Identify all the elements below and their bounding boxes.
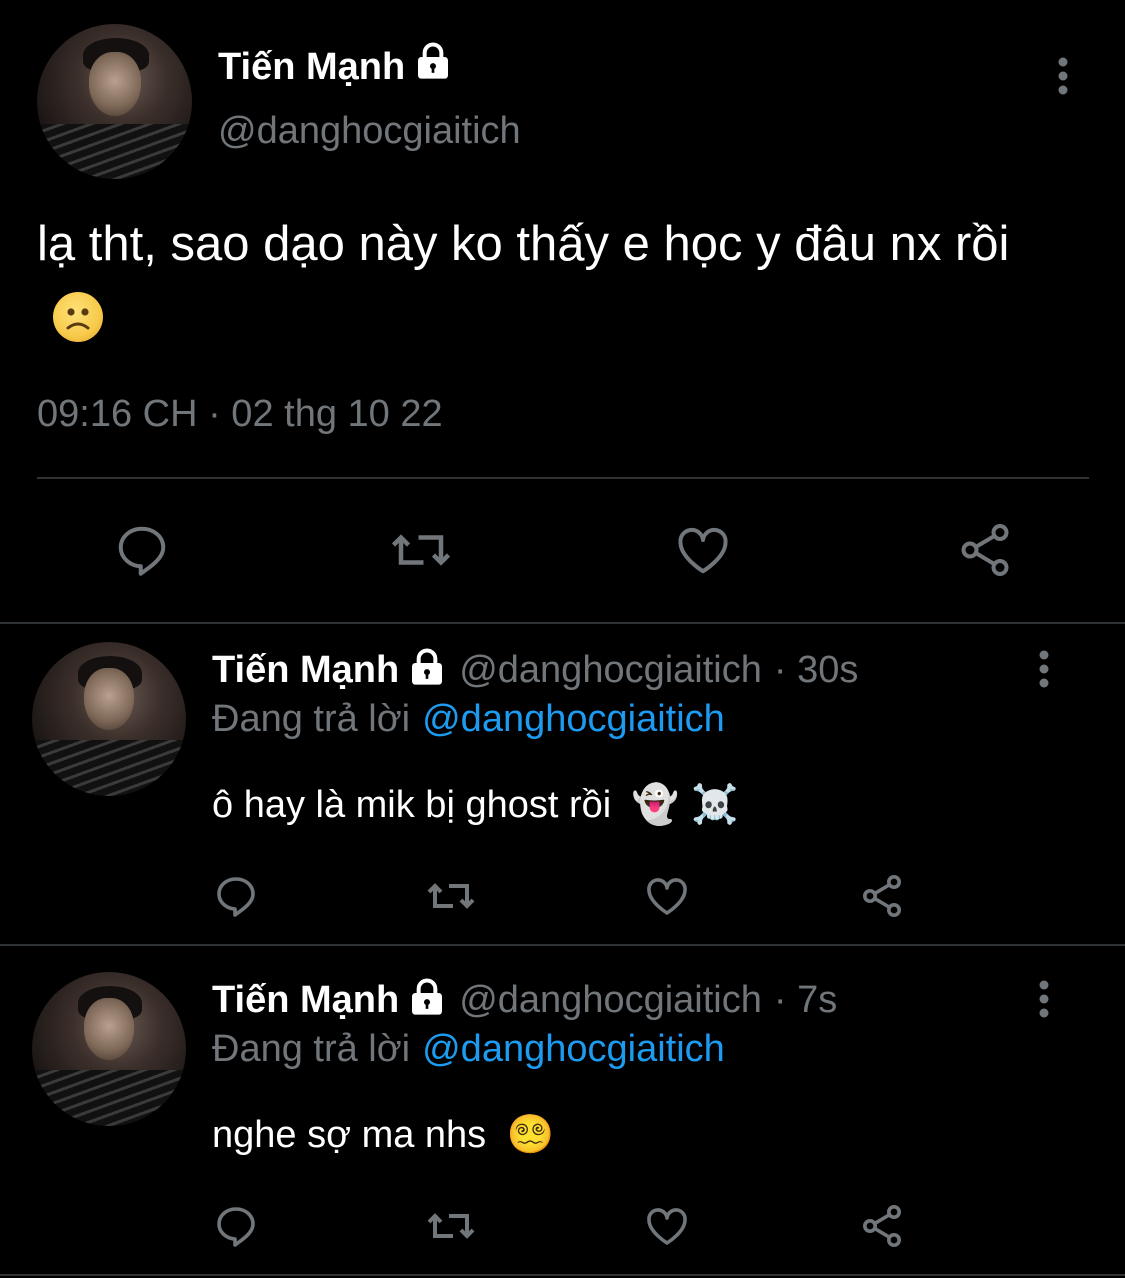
divider xyxy=(37,477,1089,479)
reply-header: Tiến Mạnh @danghocgiaitich · 7s xyxy=(212,978,837,1023)
divider xyxy=(0,944,1125,946)
reply-icon[interactable] xyxy=(212,872,260,925)
author-handle[interactable]: @danghocgiaitich xyxy=(459,649,762,692)
display-name[interactable]: Tiến Mạnh xyxy=(218,46,405,89)
reply-text-content: ô hay là mik bị ghost rồi xyxy=(212,784,612,826)
replying-to-label: Đang trả lời xyxy=(212,698,411,740)
replying-to-label: Đang trả lời xyxy=(212,1028,411,1070)
avatar[interactable] xyxy=(32,642,186,796)
share-icon[interactable] xyxy=(858,872,906,925)
more-vertical-icon[interactable] xyxy=(1050,55,1076,104)
display-name[interactable]: Tiến Mạnh xyxy=(212,979,399,1022)
replying-to-mention[interactable]: @danghocgiaitich xyxy=(422,698,725,740)
reply-icon[interactable] xyxy=(112,520,172,585)
replying-to-mention[interactable]: @danghocgiaitich xyxy=(422,1028,725,1070)
reply-time[interactable]: · 7s xyxy=(774,979,837,1022)
dizzy-face-emoji: 😵‍💫 xyxy=(506,1112,555,1156)
reply-icon[interactable] xyxy=(212,1202,260,1255)
heart-icon[interactable] xyxy=(672,520,734,585)
divider xyxy=(0,1274,1125,1276)
retweet-icon[interactable] xyxy=(388,520,454,585)
reply-text-content: nghe sợ ma nhs xyxy=(212,1114,487,1156)
avatar[interactable] xyxy=(37,24,192,179)
share-icon[interactable] xyxy=(858,1202,906,1255)
replying-to: Đang trả lời @danghocgiaitich xyxy=(212,1028,725,1071)
heart-icon[interactable] xyxy=(642,872,692,925)
divider xyxy=(0,622,1125,624)
reply-text: ô hay là mik bị ghost rồi 👻 ☠️ xyxy=(212,782,738,827)
reply-time[interactable]: · 30s xyxy=(774,649,858,692)
frowning-face-emoji xyxy=(53,292,103,342)
replying-to: Đang trả lời @danghocgiaitich xyxy=(212,698,725,741)
lock-icon xyxy=(413,42,453,92)
ghost-skull-emoji: 👻 ☠️ xyxy=(631,782,739,826)
share-icon[interactable] xyxy=(955,520,1015,585)
display-name[interactable]: Tiến Mạnh xyxy=(212,649,399,692)
author-name-row[interactable]: Tiến Mạnh xyxy=(218,42,453,92)
more-vertical-icon[interactable] xyxy=(1031,978,1057,1027)
retweet-icon[interactable] xyxy=(424,872,478,925)
main-tweet: Tiến Mạnh @danghocgiaitich lạ tht, sao d… xyxy=(0,0,1125,624)
tweet-thread-page: Tiến Mạnh @danghocgiaitich lạ tht, sao d… xyxy=(0,0,1125,1278)
tweet-text-content: lạ tht, sao dạo này ko thấy e học y đâu … xyxy=(37,217,1010,271)
retweet-icon[interactable] xyxy=(424,1202,478,1255)
lock-icon xyxy=(407,648,447,693)
reply-text: nghe sợ ma nhs 😵‍💫 xyxy=(212,1112,554,1157)
tweet-timestamp[interactable]: 09:16 CH · 02 thg 10 22 xyxy=(37,393,443,436)
author-handle[interactable]: @danghocgiaitich xyxy=(459,979,762,1022)
tweet-text: lạ tht, sao dạo này ko thấy e học y đâu … xyxy=(37,206,1077,358)
more-vertical-icon[interactable] xyxy=(1031,648,1057,697)
heart-icon[interactable] xyxy=(642,1202,692,1255)
avatar[interactable] xyxy=(32,972,186,1126)
author-handle[interactable]: @danghocgiaitich xyxy=(218,110,521,153)
reply-header: Tiến Mạnh @danghocgiaitich · 30s xyxy=(212,648,858,693)
lock-icon xyxy=(407,978,447,1023)
